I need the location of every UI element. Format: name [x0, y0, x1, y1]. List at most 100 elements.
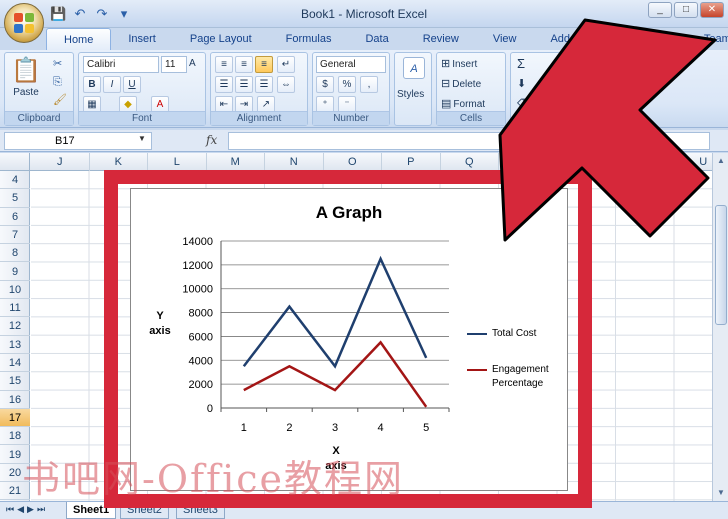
row-header-8[interactable]: 8 [0, 244, 30, 263]
name-box-dropdown-icon[interactable]: ▼ [138, 134, 146, 143]
column-header-s[interactable]: S [558, 153, 616, 171]
font-group-label: Font [79, 111, 205, 125]
maximize-button[interactable]: □ [674, 2, 698, 18]
align-bottom-icon[interactable]: ≡ [255, 56, 273, 73]
row-header-5[interactable]: 5 [0, 189, 30, 208]
column-header-o[interactable]: O [324, 153, 382, 171]
vertical-scrollbar[interactable]: ▲ ▼ [712, 153, 728, 501]
styles-group[interactable]: A Styles [394, 52, 432, 126]
scroll-thumb[interactable] [715, 205, 727, 325]
font-name-dropdown[interactable]: Calibri [83, 56, 159, 73]
align-center-icon[interactable]: ☰ [235, 76, 253, 93]
currency-button[interactable]: $ [316, 76, 334, 93]
column-header-u[interactable]: U [675, 153, 713, 171]
underline-button[interactable]: U [123, 76, 141, 93]
tab-data[interactable]: Data [348, 28, 405, 50]
scroll-up-icon[interactable]: ▲ [713, 153, 728, 169]
column-header-p[interactable]: P [382, 153, 441, 171]
name-box[interactable]: B17 [4, 132, 152, 150]
grow-font-icon[interactable]: A [189, 57, 196, 71]
column-headers: JKLMNOPQRSTU [0, 153, 712, 171]
cells-group: ⊞ Insert ⊟ Delete ▤ Format Cells [436, 52, 506, 126]
row-header-17[interactable]: 17 [0, 408, 30, 428]
window-controls: _ □ ✕ [648, 2, 724, 18]
row-header-7[interactable]: 7 [0, 226, 30, 245]
row-header-4[interactable]: 4 [0, 171, 30, 190]
number-group: General $ % , ⁺ ⁻ Number [312, 52, 390, 126]
tab-home[interactable]: Home [46, 28, 112, 50]
font-group: Calibri 11 A B I U ▦ ◆ A Font [78, 52, 206, 126]
close-button[interactable]: ✕ [700, 2, 724, 18]
formula-bar: B17 ▼ fx [0, 130, 728, 152]
column-header-t[interactable]: T [616, 153, 675, 171]
tab-page-layout[interactable]: Page Layout [173, 28, 269, 50]
last-sheet-icon[interactable]: ⏭ [37, 504, 45, 515]
tab-review[interactable]: Review [406, 28, 476, 50]
scroll-down-icon[interactable]: ▼ [713, 485, 728, 501]
ribbon-tabs: Home Insert Page Layout Formulas Data Re… [46, 28, 728, 50]
bold-button[interactable]: B [83, 76, 101, 93]
office-button[interactable] [4, 3, 44, 43]
tab-add-ins[interactable]: Add-Ins [533, 28, 605, 50]
column-header-m[interactable]: M [207, 153, 265, 171]
row-header-11[interactable]: 11 [0, 299, 30, 318]
row-header-14[interactable]: 14 [0, 354, 30, 373]
format-cells-button[interactable]: ▤ Format [441, 97, 485, 111]
insert-cells-button[interactable]: ⊞ Insert [441, 57, 477, 71]
cells-group-label: Cells [437, 111, 505, 125]
wrap-text-icon[interactable]: ↵ [277, 56, 295, 73]
align-left-icon[interactable]: ☰ [215, 76, 233, 93]
row-header-18[interactable]: 18 [0, 427, 30, 446]
row-header-13[interactable]: 13 [0, 336, 30, 354]
first-sheet-icon[interactable]: ⏮ [6, 504, 14, 515]
tab-formulas[interactable]: Formulas [269, 28, 349, 50]
row-header-6[interactable]: 6 [0, 208, 30, 226]
align-top-icon[interactable]: ≡ [215, 56, 233, 73]
font-size-dropdown[interactable]: 11 [161, 56, 187, 73]
row-header-15[interactable]: 15 [0, 372, 30, 391]
column-header-r[interactable]: R [499, 153, 558, 171]
sheet-navigation: ⏮ ◀ ▶ ⏭ [6, 504, 45, 515]
column-header-l[interactable]: L [148, 153, 207, 171]
tab-insert[interactable]: Insert [111, 28, 173, 50]
comma-button[interactable]: , [360, 76, 378, 93]
copy-icon[interactable]: ⎘ [53, 75, 62, 89]
insert-function-button[interactable]: fx [206, 133, 217, 147]
align-middle-icon[interactable]: ≡ [235, 56, 253, 73]
italic-button[interactable]: I [103, 76, 121, 93]
styles-label: Styles [397, 89, 425, 100]
column-header-n[interactable]: N [265, 153, 324, 171]
column-header-q[interactable]: Q [441, 153, 499, 171]
align-right-icon[interactable]: ☰ [255, 76, 273, 93]
styles-icon: A [403, 57, 425, 79]
office-logo-icon [14, 13, 34, 33]
column-header-k[interactable]: K [90, 153, 148, 171]
tab-team[interactable]: Team [687, 28, 728, 50]
insert-label: Insert [452, 58, 478, 70]
alignment-group-label: Alignment [211, 111, 307, 125]
next-sheet-icon[interactable]: ▶ [27, 504, 34, 515]
number-format-dropdown[interactable]: General [316, 56, 386, 73]
prev-sheet-icon[interactable]: ◀ [17, 504, 24, 515]
format-painter-icon[interactable]: 🖌 [53, 93, 67, 107]
format-label: Format [453, 98, 486, 110]
merge-center-icon[interactable]: ⇔ [277, 76, 295, 93]
paste-button[interactable]: 📋 Paste [11, 57, 41, 98]
clear-icon[interactable]: ⌫ [517, 97, 533, 111]
tab-load-test[interactable]: Load Test [605, 28, 687, 50]
formula-input[interactable] [228, 132, 710, 150]
tab-view[interactable]: View [476, 28, 534, 50]
autosum-icon[interactable]: Σ [517, 57, 525, 71]
minimize-button[interactable]: _ [648, 2, 672, 18]
fill-icon[interactable]: ⬇ [517, 77, 526, 91]
editing-group: Σ ⬇ ⌫ [510, 52, 600, 126]
row-header-10[interactable]: 10 [0, 281, 30, 300]
percent-button[interactable]: % [338, 76, 356, 93]
row-header-12[interactable]: 12 [0, 317, 30, 336]
select-all-corner[interactable] [0, 153, 30, 171]
delete-cells-button[interactable]: ⊟ Delete [441, 77, 481, 91]
cut-icon[interactable]: ✂ [53, 57, 62, 71]
row-header-16[interactable]: 16 [0, 391, 30, 409]
row-header-9[interactable]: 9 [0, 263, 30, 281]
column-header-j[interactable]: J [31, 153, 90, 171]
